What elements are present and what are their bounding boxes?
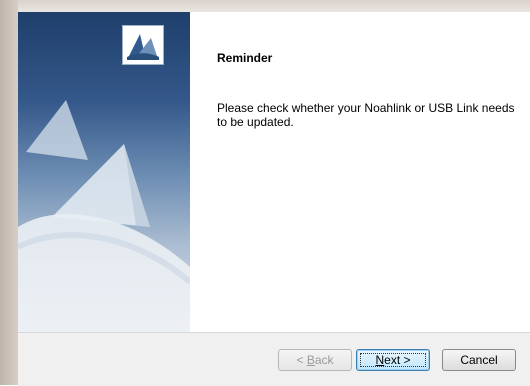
- window-left-edge: [0, 0, 18, 385]
- back-suffix: ack: [314, 353, 334, 367]
- cancel-button[interactable]: Cancel: [442, 349, 516, 371]
- back-mnemonic: B: [306, 353, 315, 367]
- next-button[interactable]: Next >: [356, 349, 430, 371]
- back-prefix: <: [296, 353, 307, 367]
- installer-logo-icon: [122, 25, 164, 65]
- focus-rectangle: [360, 353, 426, 367]
- back-button[interactable]: < Back: [278, 349, 352, 371]
- button-bar: < Back Next > Cancel: [18, 332, 530, 386]
- reminder-message: Please check whether your Noahlink or US…: [217, 101, 515, 129]
- side-banner: [18, 12, 190, 332]
- page-title: Reminder: [217, 51, 273, 65]
- installer-window: Reminder Please check whether your Noahl…: [0, 0, 530, 386]
- content-panel: Reminder Please check whether your Noahl…: [122, 12, 530, 332]
- banner-graphic: [18, 100, 190, 332]
- setup-dialog: Reminder Please check whether your Noahl…: [18, 12, 530, 386]
- window-top-edge: [0, 0, 530, 12]
